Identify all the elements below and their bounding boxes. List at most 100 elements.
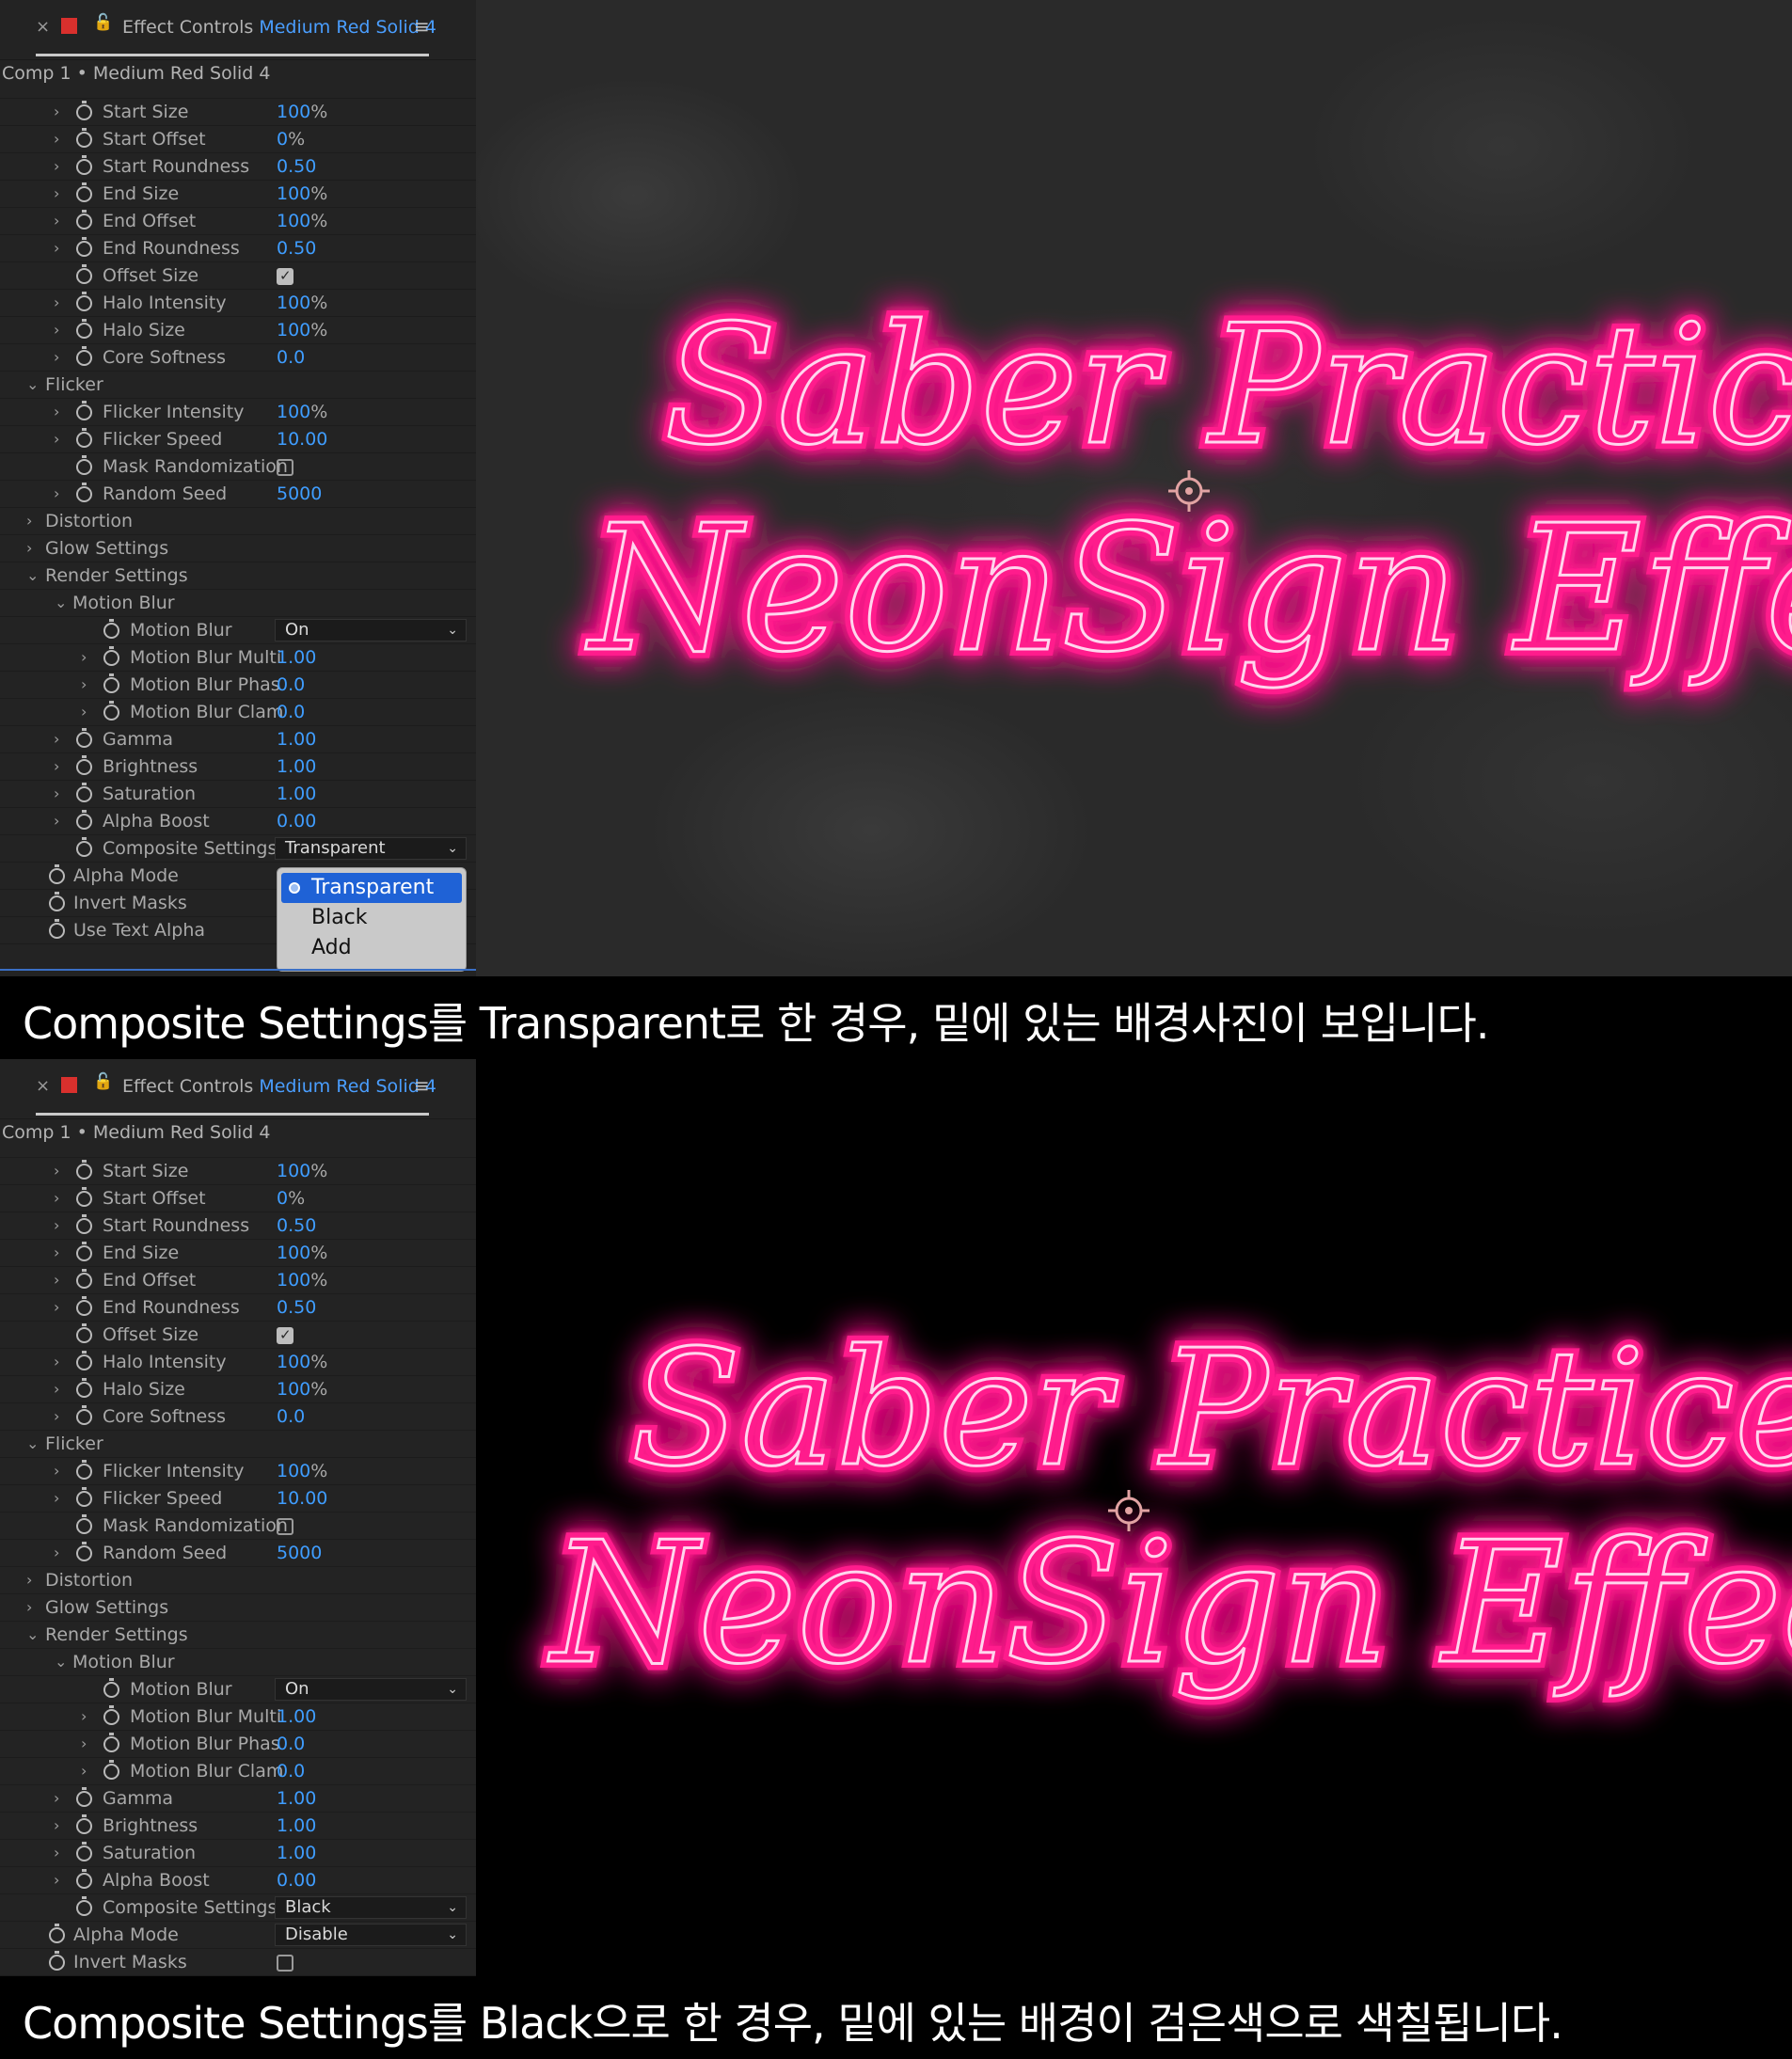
property-value[interactable]: 5000 (277, 481, 322, 507)
lock-icon[interactable]: 🔓 (93, 13, 113, 32)
property-value[interactable]: 0.00 (277, 1867, 316, 1893)
property-value[interactable]: 0.50 (277, 153, 316, 180)
stopwatch-icon[interactable] (76, 1787, 92, 1807)
twirl-chevron-icon[interactable]: › (54, 290, 67, 316)
property-value[interactable]: 100% (277, 181, 327, 207)
stopwatch-icon[interactable] (76, 101, 92, 120)
stopwatch-icon[interactable] (103, 1705, 119, 1725)
twirl-chevron-icon[interactable]: › (81, 699, 94, 725)
property-row-halo-size[interactable]: › Halo Size 100% (0, 1376, 476, 1403)
property-value[interactable]: 0% (277, 1185, 305, 1212)
menu-option-black[interactable]: Black (278, 903, 466, 933)
stopwatch-icon[interactable] (103, 673, 119, 693)
property-row-start-size[interactable]: › Start Size 100% (0, 1158, 476, 1185)
stopwatch-icon[interactable] (76, 1842, 92, 1861)
property-row-flicker[interactable]: ⌄ Flicker (0, 372, 476, 399)
stopwatch-icon[interactable] (76, 1378, 92, 1398)
property-row-start-size[interactable]: › Start Size 100% (0, 99, 476, 126)
twirl-chevron-icon[interactable]: ⌄ (55, 1649, 68, 1675)
twirl-chevron-icon[interactable]: › (54, 481, 67, 507)
property-row-mask-randomization[interactable]: Mask Randomization (0, 1513, 476, 1540)
property-value[interactable]: 1.00 (277, 753, 316, 780)
stopwatch-icon[interactable] (103, 1760, 119, 1780)
twirl-chevron-icon[interactable]: › (54, 344, 67, 371)
twirl-chevron-icon[interactable]: › (81, 1703, 94, 1730)
property-value[interactable]: 1.00 (277, 781, 316, 807)
panel-tab-title[interactable]: Effect Controls Medium Red Solid 4 (122, 17, 436, 38)
stopwatch-icon[interactable] (76, 1187, 92, 1207)
composition-viewer[interactable]: Saber Practice Saber Practice NeonSign E… (476, 0, 1792, 976)
stopwatch-icon[interactable] (76, 1296, 92, 1316)
tab-title-layer[interactable]: Medium Red Solid 4 (259, 1076, 436, 1097)
property-row-glow-settings[interactable]: › Glow Settings (0, 535, 476, 562)
property-value[interactable]: 100% (277, 1376, 327, 1402)
property-value[interactable]: 0.0 (277, 672, 305, 698)
property-value[interactable]: 0.0 (277, 1758, 305, 1784)
property-row-motion-blur-multi[interactable]: › Motion Blur Multi 1.00 (0, 1703, 476, 1731)
twirl-chevron-icon[interactable]: ⌄ (26, 1431, 40, 1457)
stopwatch-icon[interactable] (76, 128, 92, 148)
twirl-chevron-icon[interactable]: › (54, 208, 67, 234)
composition-viewer[interactable]: Saber Practice Saber Practice NeonSign E… (476, 1059, 1792, 1976)
property-value[interactable]: 0% (277, 126, 305, 152)
property-row-composite-settings[interactable]: Composite Settings Black ⌄ (0, 1894, 476, 1922)
twirl-chevron-icon[interactable]: › (54, 1212, 67, 1239)
twirl-chevron-icon[interactable]: › (54, 126, 67, 152)
twirl-chevron-icon[interactable]: › (54, 1785, 67, 1812)
twirl-chevron-icon[interactable]: › (26, 1594, 40, 1621)
property-row-alpha-boost[interactable]: › Alpha Boost 0.00 (0, 808, 476, 835)
twirl-chevron-icon[interactable]: › (54, 1485, 67, 1512)
property-row-end-size[interactable]: › End Size 100% (0, 1240, 476, 1267)
property-row-motion-blur-phas[interactable]: › Motion Blur Phas 0.0 (0, 1731, 476, 1758)
stopwatch-icon[interactable] (76, 319, 92, 339)
property-value[interactable]: 100% (277, 317, 327, 343)
twirl-chevron-icon[interactable]: › (81, 672, 94, 698)
property-row-end-offset[interactable]: › End Offset 100% (0, 1267, 476, 1294)
twirl-chevron-icon[interactable]: › (54, 753, 67, 780)
property-value[interactable]: 0.50 (277, 235, 316, 261)
property-value[interactable]: 1.00 (277, 1703, 316, 1730)
stopwatch-icon[interactable] (76, 837, 92, 857)
twirl-chevron-icon[interactable]: › (54, 1840, 67, 1866)
property-row-flicker-speed[interactable]: › Flicker Speed 10.00 (0, 1485, 476, 1513)
property-row-motion-blur[interactable]: ⌄ Motion Blur (0, 590, 476, 617)
stopwatch-icon[interactable] (76, 428, 92, 448)
property-row-halo-size[interactable]: › Halo Size 100% (0, 317, 476, 344)
twirl-chevron-icon[interactable]: › (54, 317, 67, 343)
stopwatch-icon[interactable] (76, 1542, 92, 1561)
property-value[interactable]: 1.00 (277, 644, 316, 671)
property-dropdown[interactable]: On ⌄ (275, 1678, 467, 1701)
stopwatch-icon[interactable] (103, 1733, 119, 1752)
property-row-brightness[interactable]: › Brightness 1.00 (0, 1813, 476, 1840)
property-row-motion-blur-clam[interactable]: › Motion Blur Clam 0.0 (0, 699, 476, 726)
twirl-chevron-icon[interactable]: › (54, 1240, 67, 1266)
stopwatch-icon[interactable] (76, 1869, 92, 1889)
property-row-distortion[interactable]: › Distortion (0, 1567, 476, 1594)
property-dropdown[interactable]: Black ⌄ (275, 1896, 467, 1919)
property-value[interactable]: 100% (277, 1349, 327, 1375)
stopwatch-icon[interactable] (76, 210, 92, 230)
property-checkbox[interactable] (277, 459, 293, 476)
close-icon[interactable]: × (36, 17, 50, 37)
property-value[interactable]: 0.0 (277, 1731, 305, 1757)
twirl-chevron-icon[interactable]: › (54, 1158, 67, 1184)
property-dropdown[interactable]: Disable ⌄ (275, 1924, 467, 1946)
stopwatch-icon[interactable] (76, 182, 92, 202)
twirl-chevron-icon[interactable]: › (54, 1540, 67, 1566)
twirl-chevron-icon[interactable]: › (81, 644, 94, 671)
property-value[interactable]: 5000 (277, 1540, 322, 1566)
property-value[interactable]: 0.50 (277, 1294, 316, 1321)
property-checkbox[interactable] (277, 1955, 293, 1972)
property-row-start-offset[interactable]: › Start Offset 0% (0, 126, 476, 153)
stopwatch-icon[interactable] (76, 455, 92, 475)
twirl-chevron-icon[interactable]: › (54, 181, 67, 207)
property-row-motion-blur-clam[interactable]: › Motion Blur Clam 0.0 (0, 1758, 476, 1785)
menu-option-transparent[interactable]: Transparent (281, 873, 462, 903)
stopwatch-icon[interactable] (76, 155, 92, 175)
menu-option-add[interactable]: Add (278, 933, 466, 963)
twirl-chevron-icon[interactable]: › (54, 426, 67, 452)
property-row-motion-blur-multi[interactable]: › Motion Blur Multi 1.00 (0, 644, 476, 672)
property-checkbox[interactable] (277, 1518, 293, 1535)
stopwatch-icon[interactable] (103, 646, 119, 666)
stopwatch-icon[interactable] (76, 1487, 92, 1507)
